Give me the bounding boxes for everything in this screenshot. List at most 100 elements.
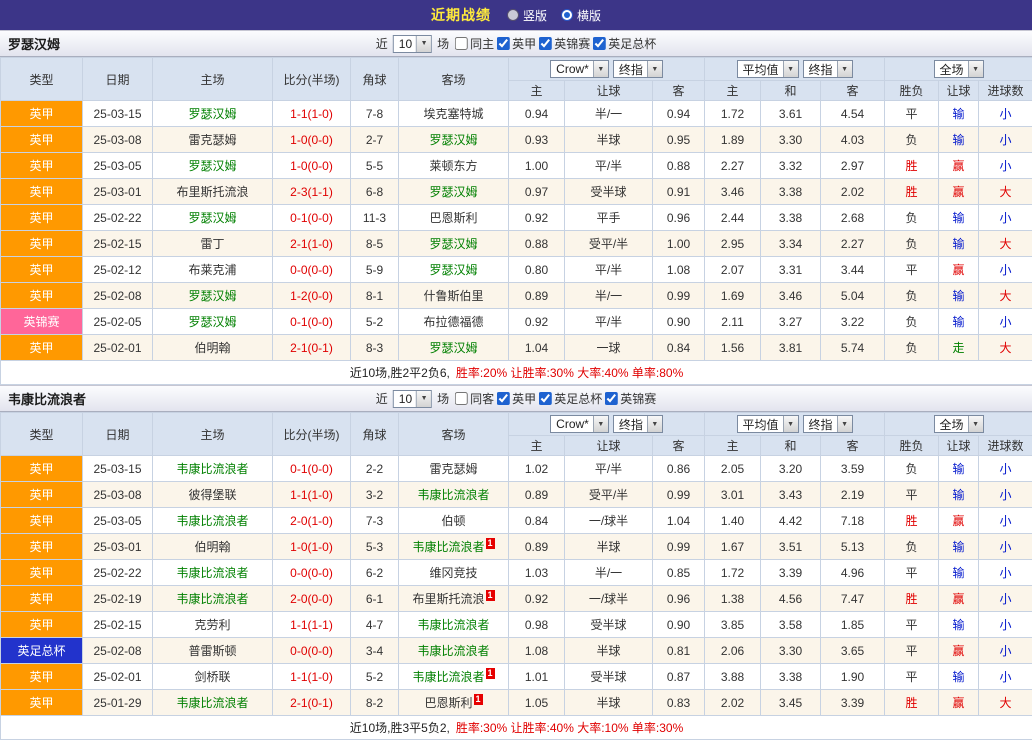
red-card-badge: 1 <box>486 590 495 601</box>
away-team-link[interactable]: 韦康比流浪者 <box>417 488 489 502</box>
away-team-link[interactable]: 韦康比流浪者 <box>417 618 489 632</box>
away-team-link[interactable]: 罗瑟汉姆 <box>429 263 477 277</box>
ah-odds-type-select[interactable]: 终指▼ <box>613 60 663 78</box>
home-team-link[interactable]: 伯明翰 <box>194 540 230 554</box>
home-team-link[interactable]: 普雷斯顿 <box>188 644 236 658</box>
away-team-link[interactable]: 莱顿东方 <box>429 159 477 173</box>
bookmaker-select[interactable]: Crow*▼ <box>550 415 609 433</box>
away-team-link[interactable]: 罗瑟汉姆 <box>429 185 477 199</box>
score: 2-1(1-0) <box>273 231 351 257</box>
away-team-link[interactable]: 罗瑟汉姆 <box>429 237 477 251</box>
games-count-select[interactable]: 10▼ <box>393 390 432 408</box>
bookmaker-select[interactable]: Crow*▼ <box>550 60 609 78</box>
handicap-result: 输 <box>939 664 979 690</box>
goals-over-under: 大 <box>979 335 1032 361</box>
checkbox-同主[interactable] <box>455 37 468 50</box>
ah-handicap-line: 一/球半 <box>565 586 653 612</box>
checkbox-英锦赛[interactable] <box>605 392 618 405</box>
eu-odds-type-select[interactable]: 终指▼ <box>803 415 853 433</box>
section-team-name: 罗瑟汉姆 <box>8 34 60 53</box>
games-count-select[interactable]: 10▼ <box>393 35 432 53</box>
eu-odds-type-select[interactable]: 终指▼ <box>803 60 853 78</box>
away-team-link[interactable]: 韦康比流浪者 <box>417 644 489 658</box>
handicap-result: 赢 <box>939 690 979 716</box>
handicap-result: 走 <box>939 335 979 361</box>
home-team-link[interactable]: 布莱克浦 <box>188 263 236 277</box>
match-date: 25-02-12 <box>83 257 153 283</box>
red-card-badge: 1 <box>474 694 483 705</box>
home-team-link[interactable]: 克劳利 <box>194 618 230 632</box>
match-row: 英甲 25-03-01 伯明翰 1-0(1-0) 5-3 韦康比流浪者1 0.8… <box>1 534 1032 560</box>
match-row: 英甲 25-03-05 韦康比流浪者 2-0(1-0) 7-3 伯顿 0.84 … <box>1 508 1032 534</box>
scope-select[interactable]: 全场▼ <box>934 415 984 433</box>
home-team-link[interactable]: 罗瑟汉姆 <box>188 315 236 329</box>
home-team-link[interactable]: 雷丁 <box>200 237 224 251</box>
average-odds-select[interactable]: 平均值▼ <box>737 415 799 433</box>
away-team-link[interactable]: 罗瑟汉姆 <box>429 133 477 147</box>
home-team-link[interactable]: 伯明翰 <box>194 341 230 355</box>
radio-vertical-layout[interactable]: 竖版 <box>507 7 547 24</box>
eu-draw-odds: 3.30 <box>761 638 821 664</box>
checkbox-英锦赛[interactable] <box>539 37 552 50</box>
home-team-link[interactable]: 罗瑟汉姆 <box>188 159 236 173</box>
chevron-down-icon: ▼ <box>968 61 983 77</box>
goals-over-under: 小 <box>979 309 1032 335</box>
red-card-badge: 1 <box>486 668 495 679</box>
away-team-link[interactable]: 韦康比流浪者 <box>412 540 484 554</box>
checkbox-英甲[interactable] <box>497 392 510 405</box>
away-team-cell: 罗瑟汉姆 <box>399 335 509 361</box>
corners: 5-5 <box>351 153 399 179</box>
away-team-link[interactable]: 维冈竞技 <box>429 566 477 580</box>
corners: 8-1 <box>351 283 399 309</box>
away-team-link[interactable]: 巴恩斯利 <box>429 211 477 225</box>
checkbox-英足总杯[interactable] <box>593 37 606 50</box>
sub-header: 主 <box>509 81 565 101</box>
goals-over-under: 小 <box>979 638 1032 664</box>
summary-row: 近10场,胜3平5负2,胜率:30% 让胜率:40% 大率:10% 单率:30% <box>1 716 1032 740</box>
away-team-link[interactable]: 什鲁斯伯里 <box>423 289 483 303</box>
corners: 4-7 <box>351 612 399 638</box>
filter-option: 英甲 <box>497 390 536 407</box>
away-team-link[interactable]: 罗瑟汉姆 <box>429 341 477 355</box>
home-team-link[interactable]: 罗瑟汉姆 <box>188 211 236 225</box>
home-team-cell: 韦康比流浪者 <box>153 508 273 534</box>
home-team-link[interactable]: 罗瑟汉姆 <box>188 107 236 121</box>
eu-odds-header: 平均值▼终指▼ <box>705 58 885 81</box>
home-team-link[interactable]: 雷克瑟姆 <box>188 133 236 147</box>
home-team-link[interactable]: 韦康比流浪者 <box>176 592 248 606</box>
league-badge: 英甲 <box>1 690 83 716</box>
home-team-link[interactable]: 布里斯托流浪 <box>176 185 248 199</box>
average-odds-select[interactable]: 平均值▼ <box>737 60 799 78</box>
scope-select[interactable]: 全场▼ <box>934 60 984 78</box>
filter-option: 英甲 <box>497 35 536 52</box>
topbar: 近期战绩 竖版 横版 <box>0 0 1032 30</box>
ah-odds-type-select[interactable]: 终指▼ <box>613 415 663 433</box>
filter-option: 英锦赛 <box>605 390 656 407</box>
away-team-link[interactable]: 韦康比流浪者 <box>412 670 484 684</box>
ah-home-odds: 0.89 <box>509 482 565 508</box>
checkbox-同客[interactable] <box>455 392 468 405</box>
away-team-link[interactable]: 巴恩斯利 <box>424 696 472 710</box>
home-team-link[interactable]: 韦康比流浪者 <box>176 566 248 580</box>
eu-draw-odds: 3.58 <box>761 612 821 638</box>
ah-handicap-line: 受半球 <box>565 664 653 690</box>
away-team-link[interactable]: 布拉德福德 <box>423 315 483 329</box>
ah-home-odds: 0.93 <box>509 127 565 153</box>
home-team-link[interactable]: 剑桥联 <box>194 670 230 684</box>
ah-handicap-line: 半球 <box>565 638 653 664</box>
away-team-link[interactable]: 雷克瑟姆 <box>429 462 477 476</box>
league-badge: 英甲 <box>1 231 83 257</box>
away-team-link[interactable]: 布里斯托流浪 <box>412 592 484 606</box>
eu-away-odds: 2.97 <box>821 153 885 179</box>
home-team-link[interactable]: 彼得堡联 <box>188 488 236 502</box>
home-team-link[interactable]: 韦康比流浪者 <box>176 514 248 528</box>
home-team-link[interactable]: 韦康比流浪者 <box>176 696 248 710</box>
checkbox-英足总杯[interactable] <box>539 392 552 405</box>
radio-horizontal-layout[interactable]: 横版 <box>561 7 601 24</box>
checkbox-英甲[interactable] <box>497 37 510 50</box>
away-team-link[interactable]: 埃克塞特城 <box>423 107 483 121</box>
page-title: 近期战绩 <box>431 5 491 25</box>
home-team-link[interactable]: 罗瑟汉姆 <box>188 289 236 303</box>
home-team-link[interactable]: 韦康比流浪者 <box>176 462 248 476</box>
away-team-link[interactable]: 伯顿 <box>441 514 465 528</box>
